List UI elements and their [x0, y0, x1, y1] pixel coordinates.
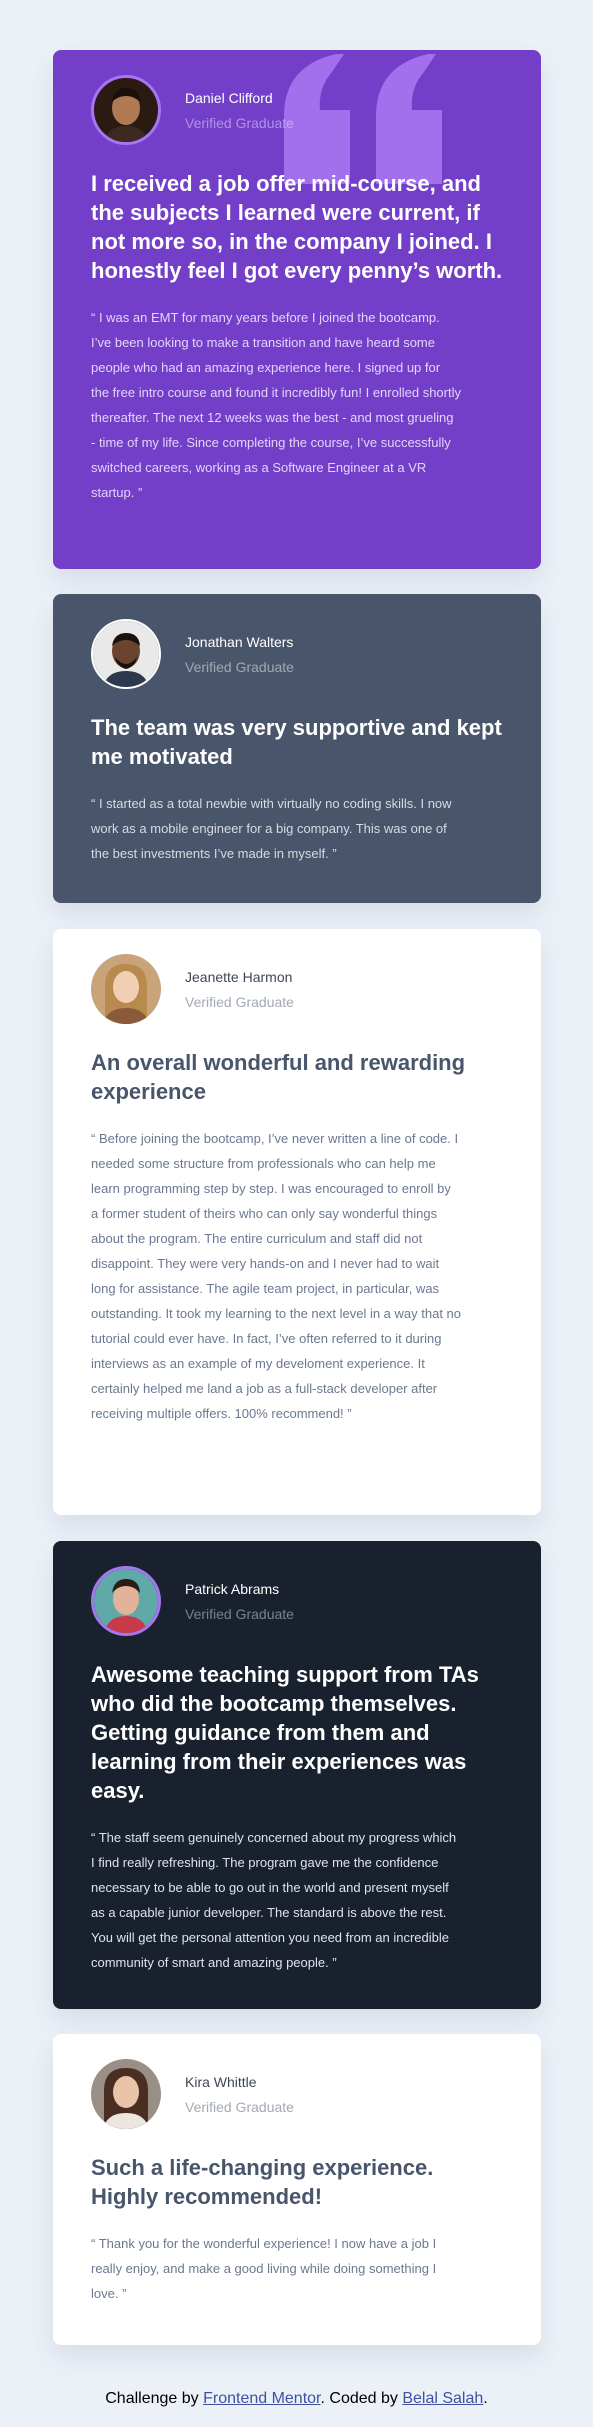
author-role: Verified Graduate: [185, 658, 294, 675]
testimonial-quote: “ The staff seem genuinely concerned abo…: [91, 1830, 457, 1970]
avatar: [91, 954, 161, 1024]
attribution-suffix: .: [483, 2390, 488, 2407]
author-role: Verified Graduate: [185, 993, 294, 1010]
author-name: Jeanette Harmon: [185, 968, 293, 985]
testimonial-headline: Awesome teaching support from TAs who di…: [91, 1662, 479, 1803]
avatar: [91, 2059, 161, 2129]
attribution-middle: . Coded by: [320, 2390, 403, 2407]
testimonial-card-patrick-abrams: Patrick Abrams Verified Graduate Awesome…: [53, 1541, 541, 2009]
author-block: Kira Whittle Verified Graduate: [91, 2059, 503, 2129]
avatar: [91, 619, 161, 689]
testimonial-card-daniel-clifford: Daniel Clifford Verified Graduate I rece…: [53, 50, 541, 569]
testimonial-quote: “ I was an EMT for many years before I j…: [91, 310, 461, 500]
author-block: Patrick Abrams Verified Graduate: [91, 1566, 503, 1636]
author-name: Patrick Abrams: [185, 1580, 280, 1597]
testimonial-quote: “ Before joining the bootcamp, I’ve neve…: [91, 1131, 461, 1421]
testimonial-card-jonathan-walters: Jonathan Walters Verified Graduate The t…: [53, 594, 541, 903]
author-role: Verified Graduate: [185, 114, 294, 131]
author-role: Verified Graduate: [185, 1605, 294, 1622]
testimonial-headline: An overall wonderful and rewarding exper…: [91, 1050, 466, 1104]
author-role: Verified Graduate: [185, 2098, 294, 2115]
author-link[interactable]: Belal Salah: [402, 2390, 483, 2407]
author-name: Kira Whittle: [185, 2073, 257, 2090]
testimonial-headline: Such a life-changing experience. Highly …: [91, 2155, 434, 2209]
author-block: Daniel Clifford Verified Graduate: [91, 75, 503, 145]
testimonial-headline: I received a job offer mid-course, and t…: [91, 171, 503, 283]
testimonial-headline: The team was very supportive and kept me…: [91, 715, 502, 769]
testimonial-card-jeanette-harmon: Jeanette Harmon Verified Graduate An ove…: [53, 929, 541, 1515]
author-block: Jeanette Harmon Verified Graduate: [91, 954, 503, 1024]
testimonial-card-kira-whittle: Kira Whittle Verified Graduate Such a li…: [53, 2034, 541, 2345]
attribution: Challenge by Frontend Mentor. Coded by B…: [0, 2390, 593, 2408]
testimonial-quote: “ Thank you for the wonderful experience…: [91, 2236, 437, 2301]
author-name: Daniel Clifford: [185, 89, 273, 106]
testimonial-quote: “ I started as a total newbie with virtu…: [91, 796, 452, 861]
author-block: Jonathan Walters Verified Graduate: [91, 619, 503, 689]
frontend-mentor-link[interactable]: Frontend Mentor: [203, 2390, 320, 2407]
author-name: Jonathan Walters: [185, 633, 294, 650]
attribution-prefix: Challenge by: [105, 2390, 204, 2407]
avatar: [91, 75, 161, 145]
avatar: [91, 1566, 161, 1636]
